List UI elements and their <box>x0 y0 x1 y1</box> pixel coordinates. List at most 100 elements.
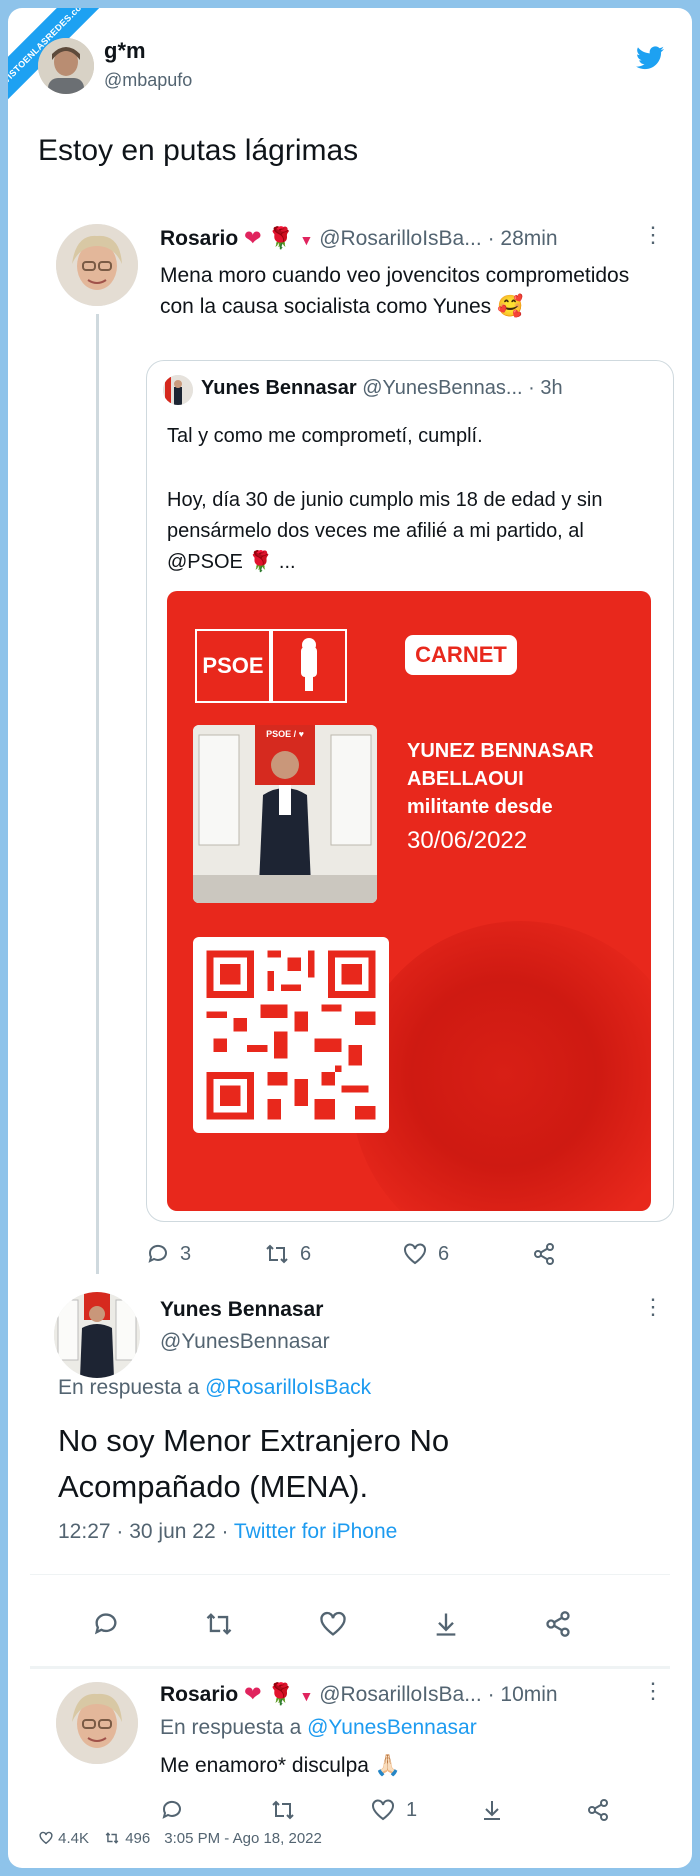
reply-icon <box>162 1800 181 1819</box>
t3-header: Rosario ❤ 🌹 ▼ @RosarilloIsBa... · 10min <box>160 1682 558 1707</box>
t3-reply-mention[interactable]: @YunesBennasar <box>307 1716 477 1739</box>
t1-header: Rosario ❤ 🌹 ▼ @RosarilloIsBa... · 28min <box>160 226 558 251</box>
psoe-logo-text: PSOE <box>195 629 271 703</box>
t3-retweet-button[interactable] <box>270 1798 370 1822</box>
t3-download-button[interactable] <box>480 1798 586 1822</box>
t1-time[interactable]: · 28min <box>488 227 558 250</box>
divider <box>30 1666 670 1669</box>
footer-retweet-count: 496 <box>125 1830 151 1847</box>
rose-icon: 🌹 <box>267 227 294 250</box>
footer-timestamp[interactable]: 3:05 PM - Ago 18, 2022 <box>164 1830 322 1847</box>
like-icon <box>39 1831 53 1845</box>
embedded-screenshot: Rosario ❤ 🌹 ▼ @RosarilloIsBa... · 28min … <box>30 204 674 1844</box>
t1-name[interactable]: Rosario <box>160 227 238 250</box>
retweet-icon <box>272 1800 294 1820</box>
footer-likes[interactable]: 4.4K <box>38 1830 89 1847</box>
photo-sign: PSOE / ♥ <box>266 729 304 739</box>
yunes-avatar-small <box>163 375 193 405</box>
twitter-icon[interactable] <box>636 46 664 75</box>
t2-name-row: Yunes Bennasar <box>160 1298 323 1322</box>
member-info: YUNEZ BENNASAR ABELLAOUI militante desde… <box>407 737 594 855</box>
t1-retweet-count: 6 <box>300 1242 312 1265</box>
quoted-tweet[interactable]: Yunes Bennasar @YunesBennas... · 3h Tal … <box>146 360 674 1222</box>
quote-header: Yunes Bennasar @YunesBennas... · 3h <box>201 377 563 400</box>
author-name[interactable]: g*m <box>104 38 146 64</box>
author-handle[interactable]: @mbapufo <box>104 70 192 91</box>
member-name-2: ABELLAOUI <box>407 768 524 790</box>
t1-handle[interactable]: @RosarilloIsBa... <box>319 227 482 250</box>
t1-actions: 3 6 6 <box>146 1242 556 1266</box>
share-icon[interactable] <box>544 1610 572 1638</box>
like-icon <box>404 1243 426 1265</box>
download-icon <box>484 1801 500 1820</box>
quote-name: Yunes Bennasar <box>201 377 357 399</box>
reply-icon[interactable] <box>92 1610 120 1638</box>
triangle-icon: ▼ <box>299 1688 314 1704</box>
t1-reply-button[interactable]: 3 <box>146 1242 264 1266</box>
t2-source[interactable]: Twitter for iPhone <box>234 1520 397 1543</box>
share-icon <box>588 1799 608 1821</box>
heart-icon: ❤ <box>244 227 262 250</box>
t3-reply-button[interactable] <box>160 1798 270 1822</box>
t1-reply-count: 3 <box>180 1242 192 1265</box>
t1-text: Mena moro cuando veo jovencitos comprome… <box>160 264 630 318</box>
tweet-card: VISTOENLASREDES.com g*m @mbapufo Estoy e… <box>8 8 692 1868</box>
member-date: 30/06/2022 <box>407 827 528 854</box>
t1-like-count: 6 <box>438 1242 450 1265</box>
more-icon[interactable]: ⋮ <box>642 222 664 248</box>
more-icon[interactable]: ⋮ <box>642 1678 664 1704</box>
t1-retweet-button[interactable]: 6 <box>264 1242 402 1266</box>
t2-name[interactable]: Yunes Bennasar <box>160 1298 323 1321</box>
divider <box>30 1574 670 1575</box>
more-icon[interactable]: ⋮ <box>642 1294 664 1320</box>
quote-line2: Hoy, día 30 de junio cumplo mis 18 de ed… <box>167 489 603 573</box>
t3-like-button[interactable]: 1 <box>370 1798 480 1822</box>
member-since: militante desde <box>407 796 553 818</box>
t3-name[interactable]: Rosario <box>160 1683 238 1706</box>
t2-reply-to: En respuesta a @RosarilloIsBack <box>58 1376 371 1400</box>
t3-time[interactable]: · 10min <box>488 1683 558 1706</box>
t3-text: Me enamoro* disculpa 🙏🏻 <box>160 1754 401 1777</box>
download-icon[interactable] <box>432 1610 460 1638</box>
t3-reply-label: En respuesta a <box>160 1716 302 1739</box>
t1-share-button[interactable] <box>532 1242 556 1266</box>
t3-share-button[interactable] <box>586 1798 610 1822</box>
yunes-avatar[interactable] <box>54 1292 140 1378</box>
retweet-icon <box>105 1832 119 1844</box>
qr-code[interactable] <box>193 937 389 1133</box>
psoe-fist-rose-logo <box>271 629 347 703</box>
quote-handle: @YunesBennas... <box>362 377 523 399</box>
rose-icon: 🌹 <box>267 1683 294 1706</box>
author-avatar[interactable] <box>38 38 94 94</box>
t3-handle[interactable]: @RosarilloIsBa... <box>319 1683 482 1706</box>
heart-icon: ❤ <box>244 1683 262 1706</box>
retweet-icon <box>266 1244 288 1264</box>
footer-retweets[interactable]: 496 <box>103 1830 150 1847</box>
t2-reply-label: En respuesta a <box>58 1376 200 1399</box>
triangle-icon: ▼ <box>299 232 314 248</box>
quote-time: · 3h <box>528 377 563 399</box>
rose-background <box>351 921 651 1211</box>
footer-like-count: 4.4K <box>58 1830 90 1847</box>
rosario-avatar[interactable] <box>56 224 138 306</box>
reply-icon <box>148 1244 167 1263</box>
quote-line1: Tal y como me comprometí, cumplí. <box>167 425 483 447</box>
t2-handle[interactable]: @YunesBennasar <box>160 1330 330 1354</box>
carnet-image[interactable]: PSOE CARNET PSOE / ♥ YUNEZ BENNASAR ABEL… <box>167 591 651 1211</box>
tweet-footer: 4.4K 496 3:05 PM - Ago 18, 2022 <box>38 1830 322 1847</box>
member-photo: PSOE / ♥ <box>193 725 377 903</box>
t2-text: No soy Menor Extranjero No Acompañado (M… <box>58 1423 450 1504</box>
thread-line <box>96 314 99 1274</box>
carnet-label: CARNET <box>405 635 517 675</box>
t3-like-count: 1 <box>406 1798 418 1821</box>
t2-time[interactable]: 12:27 · 30 jun 22 · <box>58 1520 228 1543</box>
share-icon <box>534 1243 554 1265</box>
like-icon[interactable] <box>318 1610 348 1638</box>
t1-like-button[interactable]: 6 <box>402 1242 532 1266</box>
member-name-1: YUNEZ BENNASAR <box>407 740 594 762</box>
rosario-avatar[interactable] <box>56 1682 138 1764</box>
t3-actions: 1 <box>160 1798 610 1822</box>
retweet-icon[interactable] <box>204 1610 234 1638</box>
t2-reply-mention[interactable]: @RosarilloIsBack <box>205 1376 371 1399</box>
t3-reply-to: En respuesta a @YunesBennasar <box>160 1716 477 1740</box>
